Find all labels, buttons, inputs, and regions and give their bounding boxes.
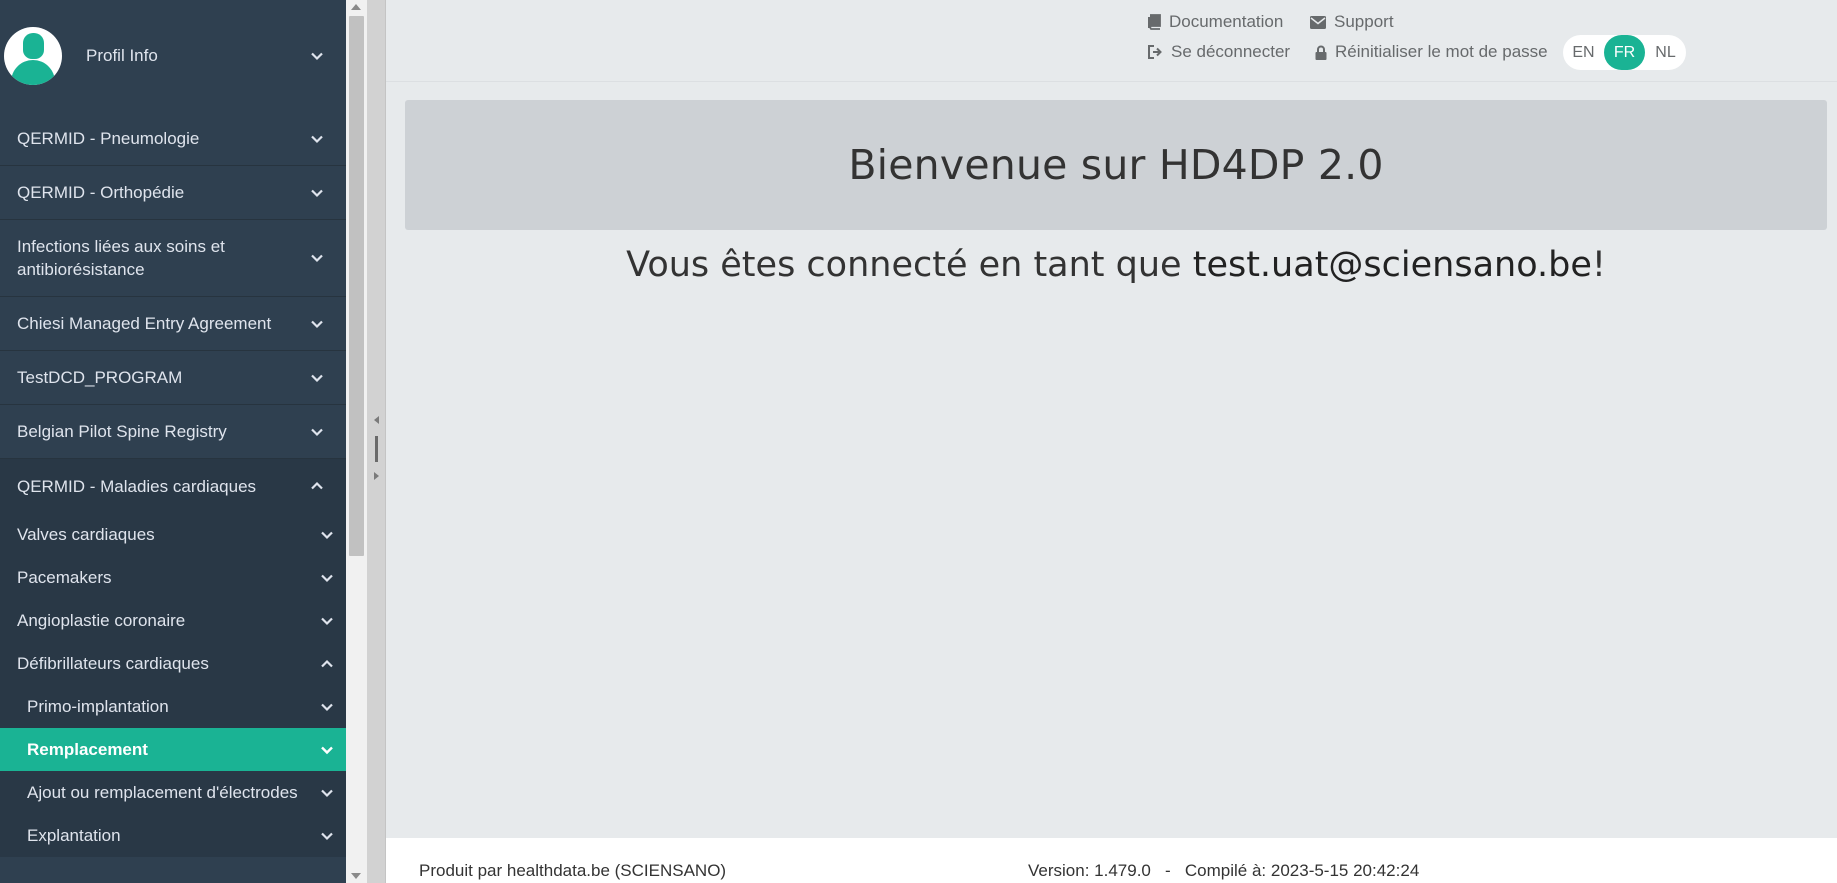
top-navbar: Documentation Support Se déconnecter Réi… [386,0,1837,82]
expand-right-icon[interactable] [374,472,379,480]
profile-label: Profil Info [86,46,158,65]
chevron-down-icon [320,571,334,585]
sidebar-item-label: Défibrillateurs cardiaques [17,653,209,673]
chevron-down-icon [320,528,334,542]
sidebar-item-label: Remplacement [27,739,148,759]
chevron-down-icon [310,49,324,63]
profile-menu[interactable]: Profil Info [0,0,346,112]
connected-prefix: Vous êtes connecté en tant que [626,245,1193,285]
footer: Produit par healthdata.be (SCIENSANO) Ve… [386,837,1837,883]
sidebar-item-label: QERMID - Maladies cardiaques [17,476,257,496]
language-switcher: EN FR NL [1563,35,1686,70]
sidebar-item-defibrillateurs[interactable]: Défibrillateurs cardiaques [0,642,346,685]
sidebar-item-qermid-pneumologie[interactable]: QERMID - Pneumologie [0,112,346,166]
sign-out-icon [1148,45,1162,59]
sidebar-item-valves[interactable]: Valves cardiaques [0,513,346,556]
chevron-down-icon [310,371,324,385]
chevron-up-icon [320,657,334,671]
lock-icon [1315,45,1327,60]
sidebar-item-label: Belgian Pilot Spine Registry [17,422,227,441]
sidebar-item-spine-registry[interactable]: Belgian Pilot Spine Registry [0,405,346,459]
documentation-label: Documentation [1169,12,1284,31]
splitter-grip[interactable] [375,436,378,462]
main-content: Documentation Support Se déconnecter Réi… [386,0,1837,883]
cardiac-submenu: Valves cardiaques Pacemakers Angioplasti… [0,513,346,857]
sidebar-item-label: Valves cardiaques [17,524,155,544]
sidebar-item-remplacement[interactable]: Remplacement [0,728,346,771]
chevron-down-icon [320,614,334,628]
sidebar-item-label: TestDCD_PROGRAM [17,368,183,387]
envelope-icon [1310,15,1326,29]
scroll-down-arrow-icon[interactable] [351,873,361,879]
scroll-up-arrow-icon[interactable] [351,4,361,10]
chevron-down-icon [320,743,334,757]
sidebar-item-testdcd[interactable]: TestDCD_PROGRAM [0,351,346,405]
sidebar-item-label: Angioplastie coronaire [17,610,186,630]
chevron-down-icon [310,317,324,331]
sidebar-item-label: Ajout ou remplacement d'électrodes [27,782,298,802]
chevron-down-icon [310,251,324,265]
chevron-down-icon [320,700,334,714]
avatar [4,27,62,85]
sidebar-item-label: Primo-implantation [27,696,169,716]
lang-en-button[interactable]: EN [1563,35,1604,70]
scrollbar-thumb[interactable] [349,16,364,556]
sidebar-item-ajout-electrodes[interactable]: Ajout ou remplacement d'électrodes [0,771,346,814]
sidebar-item-label: Chiesi Managed Entry Agreement [17,314,272,333]
chevron-down-icon [320,786,334,800]
chevron-down-icon [320,829,334,843]
chevron-up-icon [310,479,324,493]
connected-suffix: ! [1591,245,1606,285]
welcome-title: Bienvenue sur HD4DP 2.0 [848,141,1384,189]
sidebar-item-explantation[interactable]: Explantation [0,814,346,857]
collapse-left-icon[interactable] [374,416,379,424]
sidebar-item-label: Explantation [27,825,121,845]
sidebar: Profil Info QERMID - Pneumologie QERMID … [0,0,346,883]
reset-password-label: Réinitialiser le mot de passe [1335,42,1548,61]
lang-nl-button[interactable]: NL [1645,35,1686,70]
panel-splitter[interactable] [367,0,386,883]
footer-separator: - [1165,861,1171,880]
sidebar-item-qermid-orthopedie[interactable]: QERMID - Orthopédie [0,166,346,220]
chevron-down-icon [310,132,324,146]
sidebar-item-angioplastie[interactable]: Angioplastie coronaire [0,599,346,642]
sidebar-item-primo-implantation[interactable]: Primo-implantation [0,685,346,728]
logout-label: Se déconnecter [1171,42,1291,61]
reset-password-link[interactable]: Réinitialiser le mot de passe [1315,42,1548,62]
footer-compiled: Compilé à: 2023-5-15 20:42:24 [1184,861,1420,880]
chevron-down-icon [310,186,324,200]
chevron-down-icon [310,425,324,439]
logout-link[interactable]: Se déconnecter [1147,42,1290,62]
sidebar-item-infections[interactable]: Infections liées aux soins et antibiorés… [0,220,346,297]
footer-version: Version: 1.479.0 [1028,861,1151,880]
book-icon [1148,14,1161,30]
sidebar-item-pacemakers[interactable]: Pacemakers [0,556,346,599]
documentation-link[interactable]: Documentation [1147,12,1283,32]
sidebar-item-label: Pacemakers [17,567,112,587]
footer-version-info: Version: 1.479.0 - Compilé à: 2023-5-15 … [1028,861,1419,881]
sidebar-item-qermid-cardiaque[interactable]: QERMID - Maladies cardiaques [0,459,346,513]
support-label: Support [1334,12,1394,31]
footer-produced-by: Produit par healthdata.be (SCIENSANO) [419,861,727,880]
sidebar-scrollbar[interactable] [346,0,367,883]
welcome-banner: Bienvenue sur HD4DP 2.0 [405,100,1827,230]
lang-fr-button[interactable]: FR [1604,35,1645,70]
connected-user: test.uat@sciensano.be [1192,245,1592,285]
support-link[interactable]: Support [1310,12,1394,32]
sidebar-item-label: QERMID - Pneumologie [17,129,200,148]
sidebar-item-chiesi[interactable]: Chiesi Managed Entry Agreement [0,297,346,351]
sidebar-item-label: Infections liées aux soins et antibiorés… [17,237,225,279]
connected-as-text: Vous êtes connecté en tant que test.uat@… [405,245,1827,285]
sidebar-item-label: QERMID - Orthopédie [17,183,185,202]
